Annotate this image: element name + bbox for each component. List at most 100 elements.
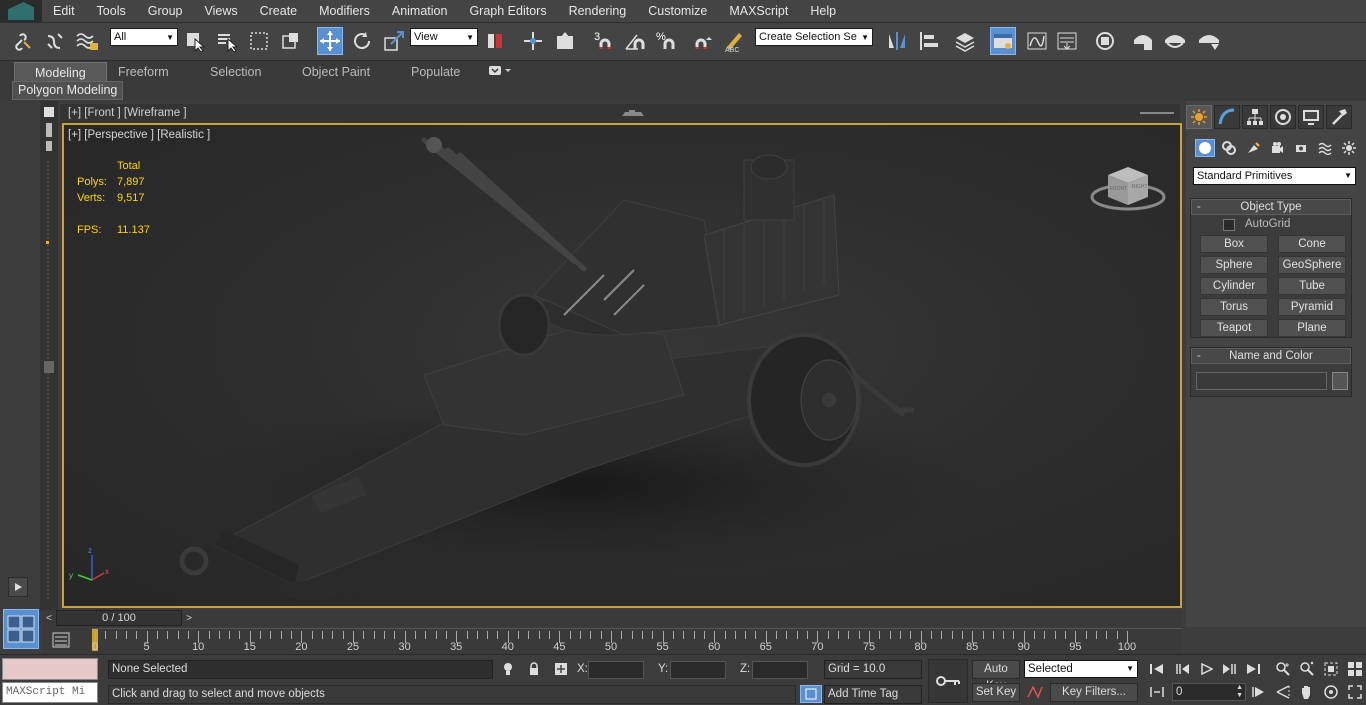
- set-key-button[interactable]: Set Key: [972, 683, 1020, 702]
- polygon-modeling-panel[interactable]: Polygon Modeling: [12, 81, 124, 100]
- space-warps-category-icon[interactable]: [1315, 139, 1335, 157]
- utilities-tab[interactable]: [1326, 105, 1352, 129]
- torus-button[interactable]: Torus: [1200, 298, 1268, 316]
- edit-named-sets-icon[interactable]: ABC: [722, 27, 748, 55]
- menu-animation[interactable]: Animation: [381, 0, 459, 22]
- menu-customize[interactable]: Customize: [637, 0, 718, 22]
- previous-frame-icon[interactable]: [1172, 660, 1194, 678]
- y-coordinate-input[interactable]: [670, 661, 726, 679]
- material-editor-icon[interactable]: [1092, 27, 1118, 55]
- object-name-input[interactable]: [1196, 372, 1327, 390]
- maximize-viewport-icon[interactable]: [1344, 683, 1366, 701]
- render-setup-icon[interactable]: [1130, 27, 1156, 55]
- time-configuration-icon[interactable]: [1248, 683, 1270, 701]
- curve-editor-icon[interactable]: [1024, 27, 1050, 55]
- set-key-large-button[interactable]: [928, 659, 968, 703]
- add-time-tag-button[interactable]: Add Time Tag: [824, 685, 922, 704]
- auto-key-button[interactable]: Auto Key: [972, 660, 1020, 692]
- helpers-category-icon[interactable]: [1291, 139, 1311, 157]
- tube-button[interactable]: Tube: [1278, 277, 1346, 295]
- geometry-category-icon[interactable]: [1195, 139, 1215, 157]
- select-manipulate-icon[interactable]: [520, 27, 546, 55]
- align-icon[interactable]: [916, 27, 942, 55]
- modify-tab[interactable]: [1214, 105, 1240, 129]
- box-button[interactable]: Box: [1200, 235, 1268, 253]
- object-type-rollout-header[interactable]: - Object Type: [1191, 199, 1351, 215]
- next-frame-icon[interactable]: [1218, 660, 1240, 678]
- time-tag-icon[interactable]: [800, 685, 822, 703]
- menu-help[interactable]: Help: [799, 0, 847, 22]
- go-to-end-icon[interactable]: [1242, 660, 1264, 678]
- app-logo[interactable]: [0, 0, 42, 22]
- motion-tab[interactable]: [1270, 105, 1296, 129]
- link-icon[interactable]: [10, 27, 36, 55]
- isolate-selection-icon[interactable]: [497, 660, 519, 678]
- trackbar-ruler[interactable]: 0 5 10 15 20 25 30 35 40 45 50 55 60 65 70 75 80 85 90 95 10…: [92, 628, 1182, 654]
- rendered-frame-icon[interactable]: [1162, 27, 1188, 55]
- time-next-arrow-icon[interactable]: >: [182, 610, 196, 626]
- mirror-icon[interactable]: [884, 27, 910, 55]
- x-coordinate-input[interactable]: [588, 661, 644, 679]
- spinner-snap-icon[interactable]: [690, 27, 716, 55]
- lights-category-icon[interactable]: [1243, 139, 1263, 157]
- tab-freeform[interactable]: Freeform: [118, 62, 169, 82]
- zoom-all-icon[interactable]: [1296, 660, 1318, 678]
- key-mode-dropdown[interactable]: Selected ▼: [1024, 660, 1138, 678]
- create-tab[interactable]: [1186, 105, 1212, 129]
- tab-selection[interactable]: Selection: [210, 62, 261, 82]
- go-to-start-icon[interactable]: [1146, 660, 1168, 678]
- window-crossing-icon[interactable]: [278, 27, 304, 55]
- z-coordinate-input[interactable]: [752, 661, 808, 679]
- cone-button[interactable]: Cone: [1278, 235, 1346, 253]
- named-selection-set-dropdown[interactable]: Create Selection Se ▼: [755, 28, 873, 46]
- time-prev-arrow-icon[interactable]: <: [42, 610, 56, 626]
- scale-icon[interactable]: [381, 27, 407, 55]
- mini-curve-editor-icon[interactable]: [52, 632, 70, 648]
- tab-populate[interactable]: Populate: [411, 62, 460, 82]
- rectangle-region-icon[interactable]: [246, 27, 272, 55]
- menu-edit[interactable]: Edit: [42, 0, 86, 22]
- systems-category-icon[interactable]: [1339, 139, 1359, 157]
- reference-coordinate-dropdown[interactable]: View ▼: [410, 28, 478, 46]
- cameras-category-icon[interactable]: [1267, 139, 1287, 157]
- selection-filter-dropdown[interactable]: All ▼: [110, 28, 178, 46]
- autogrid-checkbox[interactable]: [1223, 219, 1235, 231]
- tab-object-paint[interactable]: Object Paint: [302, 62, 370, 82]
- angle-snap-icon[interactable]: [622, 27, 648, 55]
- shapes-category-icon[interactable]: [1219, 139, 1239, 157]
- teapot-button[interactable]: Teapot: [1200, 319, 1268, 337]
- maxscript-listener-output[interactable]: [2, 658, 98, 680]
- menu-group[interactable]: Group: [137, 0, 194, 22]
- zoom-extents-all-icon[interactable]: [1344, 660, 1366, 678]
- menu-views[interactable]: Views: [193, 0, 248, 22]
- primitive-type-dropdown[interactable]: Standard Primitives ▼: [1193, 167, 1356, 185]
- menu-graph-editors[interactable]: Graph Editors: [458, 0, 557, 22]
- sphere-button[interactable]: Sphere: [1200, 256, 1268, 274]
- geosphere-button[interactable]: GeoSphere: [1278, 256, 1346, 274]
- menu-maxscript[interactable]: MAXScript: [718, 0, 799, 22]
- key-mode-toggle-icon[interactable]: [1146, 683, 1168, 701]
- snaps-3d-icon[interactable]: 3: [592, 27, 618, 55]
- orbit-icon[interactable]: [1320, 683, 1342, 701]
- menu-tools[interactable]: Tools: [86, 0, 137, 22]
- current-frame-spinner[interactable]: 0 ▲ ▼: [1172, 683, 1246, 701]
- name-color-rollout-header[interactable]: - Name and Color: [1191, 348, 1351, 364]
- rotate-icon[interactable]: [349, 27, 375, 55]
- key-filters-button[interactable]: Key Filters...: [1050, 683, 1138, 702]
- viewcube[interactable]: FRONT RIGHT: [1090, 167, 1166, 211]
- pan-hand-icon[interactable]: [1296, 683, 1318, 701]
- move-icon[interactable]: [317, 27, 343, 55]
- tab-modeling[interactable]: Modeling: [14, 62, 107, 82]
- field-of-view-icon[interactable]: [1272, 683, 1294, 701]
- zoom-extents-icon[interactable]: [1320, 660, 1342, 678]
- cylinder-button[interactable]: Cylinder: [1200, 277, 1268, 295]
- zoom-icon[interactable]: [1272, 660, 1294, 678]
- pyramid-button[interactable]: Pyramid: [1278, 298, 1346, 316]
- hierarchy-tab[interactable]: [1242, 105, 1268, 129]
- menu-rendering[interactable]: Rendering: [558, 0, 638, 22]
- pivot-icon[interactable]: [482, 27, 508, 55]
- viewport-layout-button[interactable]: [3, 609, 39, 649]
- keyboard-shortcut-override-icon[interactable]: [552, 27, 578, 55]
- ribbon-options-icon[interactable]: [488, 64, 512, 78]
- menu-create[interactable]: Create: [249, 0, 309, 22]
